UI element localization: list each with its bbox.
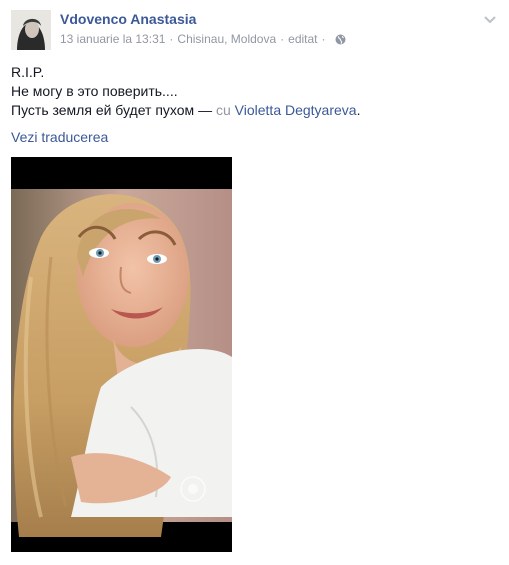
post-text-line: R.I.P. [11, 64, 45, 80]
facebook-post: Vdovenco Anastasia 13 ianuarie la 13:31 … [0, 0, 509, 565]
meta-separator: · [321, 32, 326, 46]
post-meta: 13 ianuarie la 13:31 · Chisinau, Moldova… [60, 32, 346, 46]
post-text: R.I.P. Не могу в это поверить.... Пусть … [11, 63, 360, 120]
see-translation-link[interactable]: Vezi traducerea [11, 129, 108, 145]
post-date[interactable]: 13 ianuarie la 13:31 [60, 32, 165, 46]
post-location[interactable]: Chisinau, Moldova [177, 32, 276, 46]
author-name[interactable]: Vdovenco Anastasia [60, 11, 196, 27]
avatar[interactable] [11, 10, 51, 50]
post-text-line-content: Пусть земля ей будет пухом [11, 102, 195, 118]
post-text-line: Пусть земля ей будет пухом — cu Violetta… [11, 101, 360, 120]
tagged-person-link[interactable]: Violetta Degtyareva [235, 102, 357, 118]
portrait-photo[interactable] [11, 157, 232, 552]
meta-separator: · [280, 32, 285, 46]
globe-icon[interactable] [335, 34, 346, 45]
tag-dash: — [198, 102, 213, 118]
meta-separator: · [169, 32, 174, 46]
post-text-line: Не могу в это поверить.... [11, 83, 178, 99]
tag-prefix: cu [215, 102, 231, 118]
chevron-down-icon[interactable] [483, 12, 497, 24]
tag-suffix: . [356, 102, 361, 118]
edited-label[interactable]: editat [288, 32, 317, 46]
